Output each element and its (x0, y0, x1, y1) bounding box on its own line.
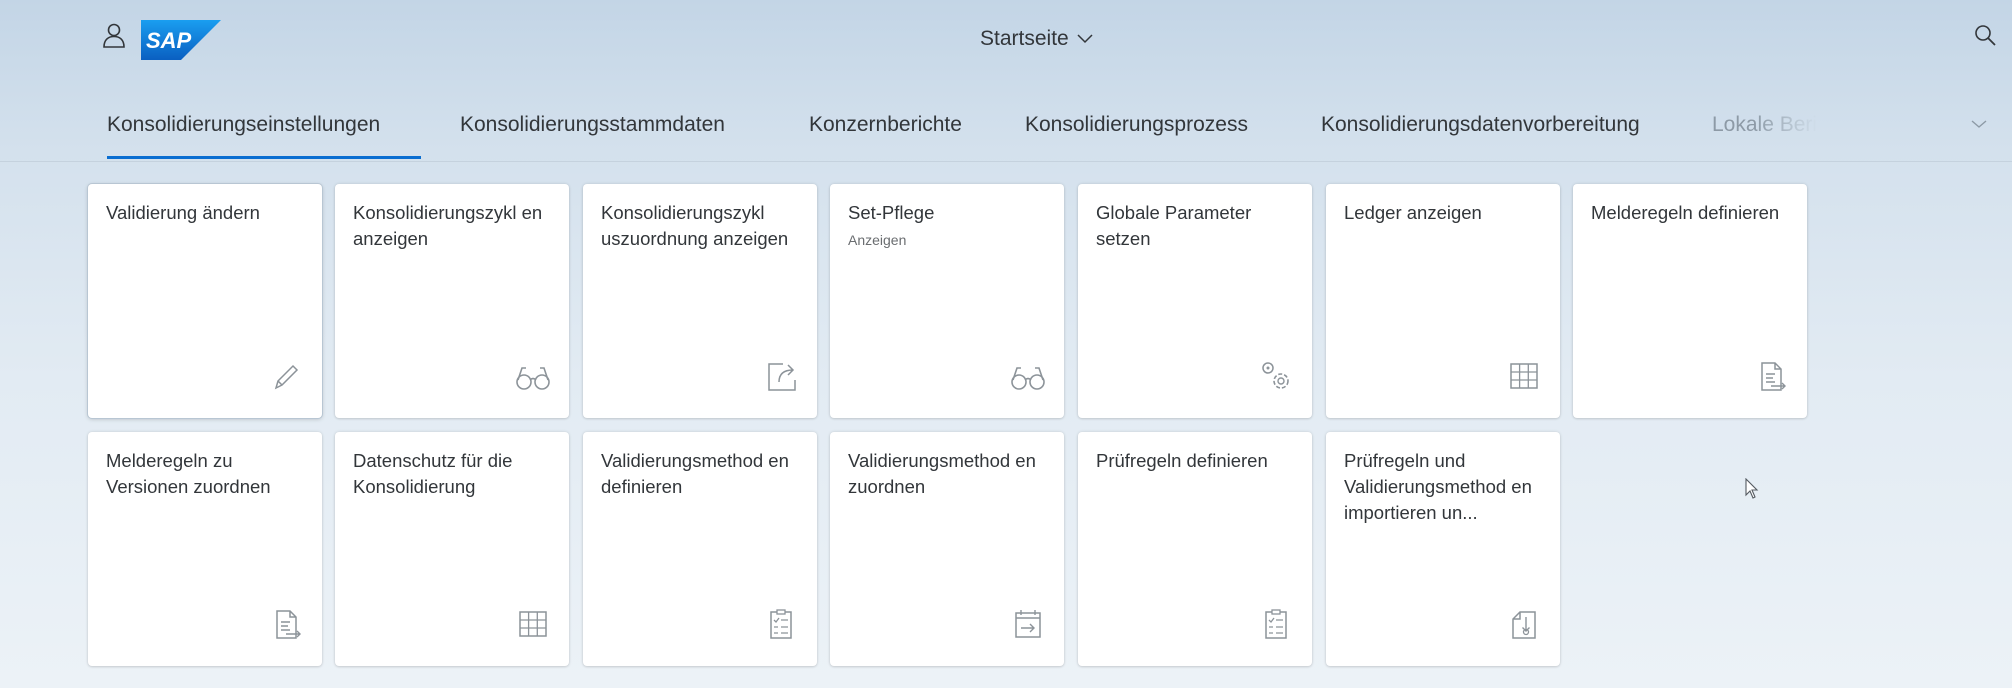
tile-title: Globale Parameter setzen (1096, 202, 1252, 249)
tile-title: Konsolidierungszykl en anzeigen (353, 202, 543, 249)
calendar-arrow-icon (1008, 604, 1048, 644)
tab-konzernberichte[interactable]: Konzernberichte (809, 113, 962, 137)
sap-logo[interactable]: SAP (141, 20, 221, 60)
tile-title: Datenschutz für die Konsolidierung (353, 450, 513, 497)
shell-bar: SAP Startseite (0, 0, 2012, 80)
grid-table-icon (1504, 356, 1544, 396)
tab-lokale-berichte[interactable]: Lokale Beri (1712, 113, 1817, 137)
selected-tab-indicator (107, 156, 421, 159)
tile-konsolidierungszyklen-anzeigen[interactable]: Konsolidierungszykl en anzeigen (335, 184, 569, 418)
tile-melderegeln-definieren[interactable]: Melderegeln definieren (1573, 184, 1807, 418)
document-export-icon (266, 604, 306, 644)
document-import-icon (1504, 604, 1544, 644)
tile-title: Melderegeln definieren (1591, 202, 1780, 223)
search-icon[interactable] (1974, 24, 1996, 46)
tile-title: Ledger anzeigen (1344, 202, 1482, 223)
gears-icon (1256, 356, 1296, 396)
tile-subtitle: Anzeigen (848, 232, 907, 248)
checklist-icon (761, 604, 801, 644)
tile-validierungsmethoden-definieren[interactable]: Validierungsmethod en definieren (583, 432, 817, 666)
tile-title: Validierungsmethod en zuordnen (848, 450, 1036, 497)
tile-pruefregeln-definieren[interactable]: Prüfregeln definieren (1078, 432, 1312, 666)
checklist-icon (1256, 604, 1296, 644)
tile-title: Melderegeln zu Versionen zuordnen (106, 450, 271, 497)
chevron-down-icon (1077, 34, 1093, 44)
tile-melderegeln-zu-versionen[interactable]: Melderegeln zu Versionen zuordnen (88, 432, 322, 666)
tab-bar: Konsolidierungseinstellungen Konsolidier… (0, 96, 2012, 162)
glasses-icon (513, 356, 553, 396)
tab-konsolidierungsprozess[interactable]: Konsolidierungsprozess (1025, 113, 1248, 137)
glasses-icon (1008, 356, 1048, 396)
home-title: Startseite (980, 27, 1069, 50)
tile-title: Validierung ändern (106, 202, 260, 223)
pencil-icon (266, 356, 306, 396)
home-title-menu[interactable]: Startseite (980, 24, 1093, 54)
tile-validierung-aendern[interactable]: Validierung ändern (88, 184, 322, 418)
tile-pruefregeln-importieren[interactable]: Prüfregeln und Validierungsmethod en imp… (1326, 432, 1560, 666)
tile-set-pflege[interactable]: Set-Pflege Anzeigen (830, 184, 1064, 418)
tile-validierungsmethoden-zuordnen[interactable]: Validierungsmethod en zuordnen (830, 432, 1064, 666)
tile-title: Validierungsmethod en definieren (601, 450, 789, 497)
tile-datenschutz-konsolidierung[interactable]: Datenschutz für die Konsolidierung (335, 432, 569, 666)
tab-konsolidierungseinstellungen[interactable]: Konsolidierungseinstellungen (107, 113, 380, 137)
tile-title: Prüfregeln definieren (1096, 450, 1268, 471)
mouse-cursor-icon (1744, 477, 1760, 500)
tab-konsolidierungsstammdaten[interactable]: Konsolidierungsstammdaten (460, 113, 725, 137)
tab-konsolidierungsdatenvorbereitung[interactable]: Konsolidierungsdatenvorbereitung (1321, 113, 1640, 137)
tab-overflow-chevron-icon[interactable] (1968, 116, 1990, 132)
user-icon[interactable] (102, 22, 126, 48)
tile-konsolidierungszyklus-zuordnung[interactable]: Konsolidierungszykl uszuordnung anzeigen (583, 184, 817, 418)
tile-globale-parameter-setzen[interactable]: Globale Parameter setzen (1078, 184, 1312, 418)
grid-table-icon (513, 604, 553, 644)
document-export-icon (1751, 356, 1791, 396)
tile-ledger-anzeigen[interactable]: Ledger anzeigen (1326, 184, 1560, 418)
share-icon (761, 356, 801, 396)
sap-logo-text: SAP (146, 28, 192, 53)
tile-title: Prüfregeln und Validierungsmethod en imp… (1344, 450, 1532, 523)
tile-title: Set-Pflege (848, 202, 935, 223)
tile-title: Konsolidierungszykl uszuordnung anzeigen (601, 202, 789, 249)
